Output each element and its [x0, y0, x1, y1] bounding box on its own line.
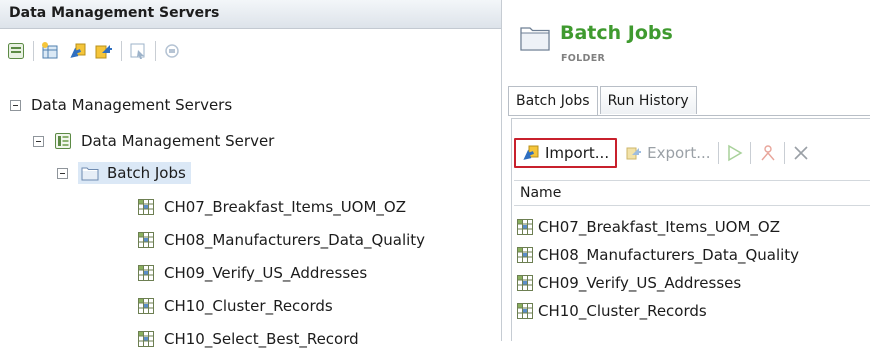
tab-bar: Batch Jobs Run History: [508, 86, 699, 116]
folder-large-icon: [520, 27, 550, 51]
collapse-icon[interactable]: [10, 99, 21, 111]
toolbar-separator: [121, 41, 122, 61]
tree-item-label: Data Management Server: [81, 132, 275, 150]
disconnect-button[interactable]: [160, 39, 184, 63]
batch-job-icon: [517, 218, 533, 235]
export-button-left[interactable]: [92, 39, 116, 63]
tree-item-label: Batch Jobs: [107, 164, 186, 182]
toolbar-separator: [749, 142, 751, 164]
table-cell: CH07_Breakfast_Items_UOM_OZ: [538, 217, 781, 236]
tree-item-root[interactable]: Data Management Servers: [10, 92, 232, 118]
export-icon: [626, 147, 642, 160]
tab-batch-jobs[interactable]: Batch Jobs: [508, 86, 598, 116]
tree-item-job[interactable]: CH10_Cluster_Records: [137, 293, 333, 319]
left-toolbar: [4, 38, 187, 64]
panel-header: Data Management Servers: [0, 0, 501, 29]
batch-job-icon: [517, 302, 533, 319]
delete-icon: [793, 146, 808, 160]
toolbar-separator: [717, 142, 719, 164]
grid-column-header[interactable]: Name: [514, 180, 870, 206]
table-row[interactable]: CH10_Cluster_Records: [516, 298, 707, 323]
tree-item-label: CH10_Select_Best_Record: [164, 330, 359, 348]
tree-item-job[interactable]: CH07_Breakfast_Items_UOM_OZ: [137, 194, 406, 220]
import-icon: [70, 43, 86, 58]
new-job-icon: [42, 42, 58, 59]
new-server-button[interactable]: [4, 39, 28, 63]
export-label: Export...: [647, 144, 711, 162]
page-subtitle: FOLDER: [561, 53, 606, 64]
schedule-button[interactable]: [759, 144, 777, 162]
import-icon: [523, 145, 539, 160]
table-cell: CH10_Cluster_Records: [538, 301, 707, 320]
batch-job-icon: [138, 298, 154, 314]
tree-item-label: Data Management Servers: [31, 96, 233, 114]
toolbar-separator: [783, 142, 785, 164]
export-icon: [95, 45, 112, 59]
disconnect-icon: [165, 44, 179, 58]
table-cell: CH08_Manufacturers_Data_Quality: [538, 245, 800, 264]
toolbar-separator: [33, 41, 34, 61]
tree-item-job[interactable]: CH10_Select_Best_Record: [137, 326, 359, 352]
select-icon: [130, 43, 145, 59]
import-button[interactable]: Import...: [514, 138, 618, 168]
tree-item-batch-jobs[interactable]: Batch Jobs: [57, 160, 191, 186]
batch-job-icon: [138, 199, 154, 215]
tree-item-label: CH09_Verify_US_Addresses: [164, 264, 368, 282]
run-button[interactable]: [727, 144, 743, 162]
batch-job-icon: [517, 274, 533, 291]
person-icon: [760, 145, 775, 161]
tree-item-label: CH10_Cluster_Records: [164, 297, 333, 315]
tab-divider: [508, 115, 870, 116]
server-icon: [55, 133, 71, 149]
batch-job-icon: [517, 246, 533, 263]
new-server-icon: [8, 43, 24, 59]
select-button[interactable]: [126, 39, 150, 63]
tree-item-job[interactable]: CH08_Manufacturers_Data_Quality: [137, 227, 425, 253]
table-cell: CH09_Verify_US_Addresses: [538, 273, 742, 292]
table-row[interactable]: CH09_Verify_US_Addresses: [516, 270, 741, 295]
page-title: Batch Jobs: [560, 22, 673, 44]
collapse-icon[interactable]: [33, 135, 44, 147]
play-icon: [727, 144, 742, 162]
batch-job-icon: [138, 232, 154, 248]
tree-item-selection: Batch Jobs: [78, 162, 191, 184]
table-row[interactable]: CH07_Breakfast_Items_UOM_OZ: [516, 214, 780, 239]
right-panel: Batch Jobs FOLDER Batch Jobs Run History…: [503, 0, 870, 341]
toolbar-separator: [155, 41, 156, 61]
tree-item-label: CH07_Breakfast_Items_UOM_OZ: [164, 198, 407, 216]
tree-item-job[interactable]: CH09_Verify_US_Addresses: [137, 260, 367, 286]
collapse-icon[interactable]: [57, 167, 68, 179]
tab-run-history[interactable]: Run History: [599, 86, 697, 114]
left-panel: Data Management Servers Data Management …: [0, 0, 502, 348]
import-label: Import...: [545, 144, 610, 162]
batch-job-icon: [138, 265, 154, 281]
tree-item-label: CH08_Manufacturers_Data_Quality: [164, 231, 426, 249]
new-job-button[interactable]: [38, 39, 62, 63]
batch-job-icon: [138, 331, 154, 347]
folder-icon: [81, 167, 99, 180]
tree-item-server[interactable]: Data Management Server: [33, 128, 274, 154]
right-toolbar: Import... Export...: [514, 137, 809, 169]
import-button-left[interactable]: [65, 39, 89, 63]
export-button[interactable]: Export...: [625, 144, 711, 162]
delete-button[interactable]: [793, 144, 809, 162]
table-row[interactable]: CH08_Manufacturers_Data_Quality: [516, 242, 799, 267]
